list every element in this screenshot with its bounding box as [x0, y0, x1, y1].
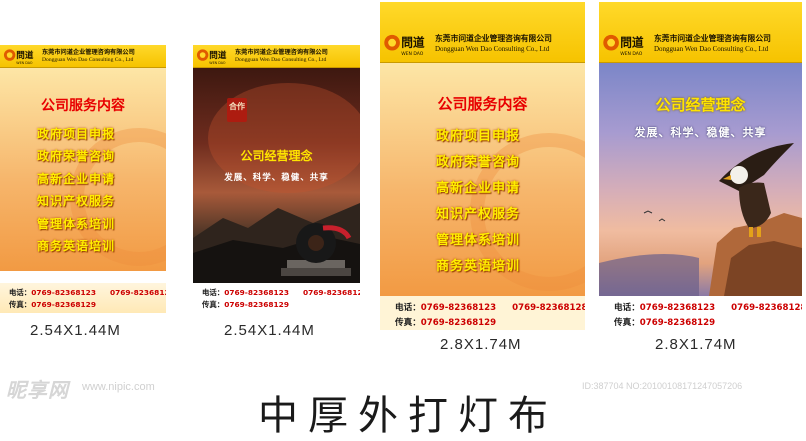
company-name-en: Dongguan Wen Dao Consulting Co., Ltd	[42, 57, 134, 63]
fax-line: 传真：0769-82368129	[202, 300, 289, 309]
service-item: 政府项目申报	[37, 127, 116, 141]
poster-header: 問道 WEN DAO 东莞市问道企业管理咨询有限公司 Dongguan Wen …	[193, 45, 360, 68]
size-caption: 2.8X1.74M	[655, 336, 737, 353]
poster-header: 問道 WEN DAO 东莞市问道企业管理咨询有限公司 Dongguan Wen …	[380, 2, 585, 63]
poster-header: 問道 WEN DAO 东莞市问道企业管理咨询有限公司 Dongguan Wen …	[599, 2, 802, 63]
company-name-en: Dongguan Wen Dao Consulting Co., Ltd	[235, 57, 327, 63]
poster-philosophy-small: 問道 WEN DAO 东莞市问道企业管理咨询有限公司 Dongguan Wen …	[193, 45, 360, 313]
philosophy-tagline: 发展、科学、稳健、共享	[224, 173, 329, 183]
company-name-en: Dongguan Wen Dao Consulting Co., Ltd	[654, 45, 769, 53]
svg-text:問道: 問道	[620, 36, 644, 50]
svg-text:WEN DAO: WEN DAO	[16, 61, 33, 65]
company-name: 东莞市问道企业管理咨询有限公司 Dongguan Wen Dao Consult…	[235, 47, 328, 63]
service-item: 管理体系培训	[436, 233, 521, 248]
poster-philosophy-large: 問道 WEN DAO 东莞市问道企业管理咨询有限公司 Dongguan Wen …	[599, 2, 802, 330]
poster-header: 問道 WEN DAO 东莞市问道企业管理咨询有限公司 Dongguan Wen …	[0, 45, 166, 68]
wen-dao-logo-icon: 問道 WEN DAO	[3, 46, 41, 66]
size-caption: 2.8X1.74M	[440, 336, 522, 353]
fax-line: 传真：0769-82368129	[614, 318, 716, 328]
company-name: 东莞市问道企业管理咨询有限公司 Dongguan Wen Dao Consult…	[654, 33, 771, 53]
page-title: 中厚外打灯布	[258, 393, 558, 439]
contact-footer: 电话：0769-823681230769-82368128 传真：0769-82…	[0, 283, 166, 313]
tel-line: 电话：0769-823681230769-82368128	[614, 303, 802, 313]
tel-line: 电话：0769-823681230769-82368128	[395, 303, 585, 313]
svg-text:問道: 問道	[401, 36, 425, 50]
company-name: 东莞市问道企业管理咨询有限公司 Dongguan Wen Dao Consult…	[435, 33, 552, 53]
philosophy-title: 公司经营理念	[655, 96, 746, 114]
poster-service-small: 問道 WEN DAO 东莞市问道企业管理咨询有限公司 Dongguan Wen …	[0, 45, 166, 313]
seal-stamp: 合作	[229, 102, 245, 111]
size-caption: 2.54X1.44M	[224, 322, 315, 339]
service-title: 公司服务内容	[437, 95, 528, 113]
svg-text:WEN DAO: WEN DAO	[620, 51, 643, 57]
tel-line: 电话：0769-823681230769-82368128	[202, 288, 360, 297]
fax-line: 传真：0769-82368129	[9, 300, 96, 309]
wen-dao-logo-icon: 問道 WEN DAO	[383, 30, 435, 58]
service-item: 政府荣誉咨询	[37, 149, 116, 164]
svg-text:WEN DAO: WEN DAO	[209, 61, 226, 65]
service-item: 知识产权服务	[37, 194, 116, 209]
watermark-id: ID:387704 NO:20100108171247057206	[582, 381, 743, 391]
company-name-cn: 东莞市问道企业管理咨询有限公司	[235, 49, 328, 56]
service-item: 政府荣誉咨询	[436, 155, 521, 170]
wen-dao-logo-icon: 問道 WEN DAO	[196, 46, 234, 66]
svg-text:問道: 問道	[209, 49, 227, 61]
watermark-url: www.nipic.com	[82, 381, 155, 393]
company-name-cn: 东莞市问道企业管理咨询有限公司	[435, 34, 552, 43]
contact-footer: 电话：0769-823681230769-82368128 传真：0769-82…	[193, 283, 360, 313]
fax-line: 传真：0769-82368129	[395, 318, 497, 328]
company-name-cn: 东莞市问道企业管理咨询有限公司	[42, 49, 135, 56]
service-item: 高新企业申请	[436, 181, 521, 196]
philosophy-tagline: 发展、科学、稳健、共享	[634, 126, 767, 139]
size-caption: 2.54X1.44M	[30, 322, 121, 339]
tel-line: 电话：0769-823681230769-82368128	[9, 288, 166, 297]
service-item: 高新企业申请	[37, 171, 116, 186]
contact-footer: 电话：0769-823681230769-82368128 传真：0769-82…	[380, 296, 585, 330]
service-item: 管理体系培训	[37, 216, 116, 231]
svg-text:WEN DAO: WEN DAO	[401, 51, 424, 57]
service-item: 商务英语培训	[436, 259, 521, 274]
wen-dao-logo-icon: 問道 WEN DAO	[602, 30, 654, 58]
service-title: 公司服务内容	[41, 98, 125, 114]
service-item: 商务英语培训	[37, 239, 116, 254]
company-name-en: Dongguan Wen Dao Consulting Co., Ltd	[435, 45, 550, 53]
poster-service-large: 問道 WEN DAO 东莞市问道企业管理咨询有限公司 Dongguan Wen …	[380, 2, 585, 330]
company-name-cn: 东莞市问道企业管理咨询有限公司	[654, 34, 771, 43]
svg-text:問道: 問道	[16, 49, 34, 61]
company-name: 东莞市问道企业管理咨询有限公司 Dongguan Wen Dao Consult…	[42, 47, 135, 63]
watermark-logo: 昵享网	[6, 378, 69, 402]
philosophy-title: 公司经营理念	[240, 149, 313, 163]
service-list: 政府项目申报 政府荣誉咨询 高新企业申请 知识产权服务 管理体系培训 商务英语培…	[436, 124, 520, 280]
contact-footer: 电话：0769-823681230769-82368128 传真：0769-82…	[599, 296, 802, 330]
service-list: 政府项目申报 政府荣誉咨询 高新企业申请 知识产权服务 管理体系培训 商务英语培…	[37, 123, 115, 257]
service-item: 政府项目申报	[436, 129, 521, 144]
service-item: 知识产权服务	[436, 207, 521, 222]
